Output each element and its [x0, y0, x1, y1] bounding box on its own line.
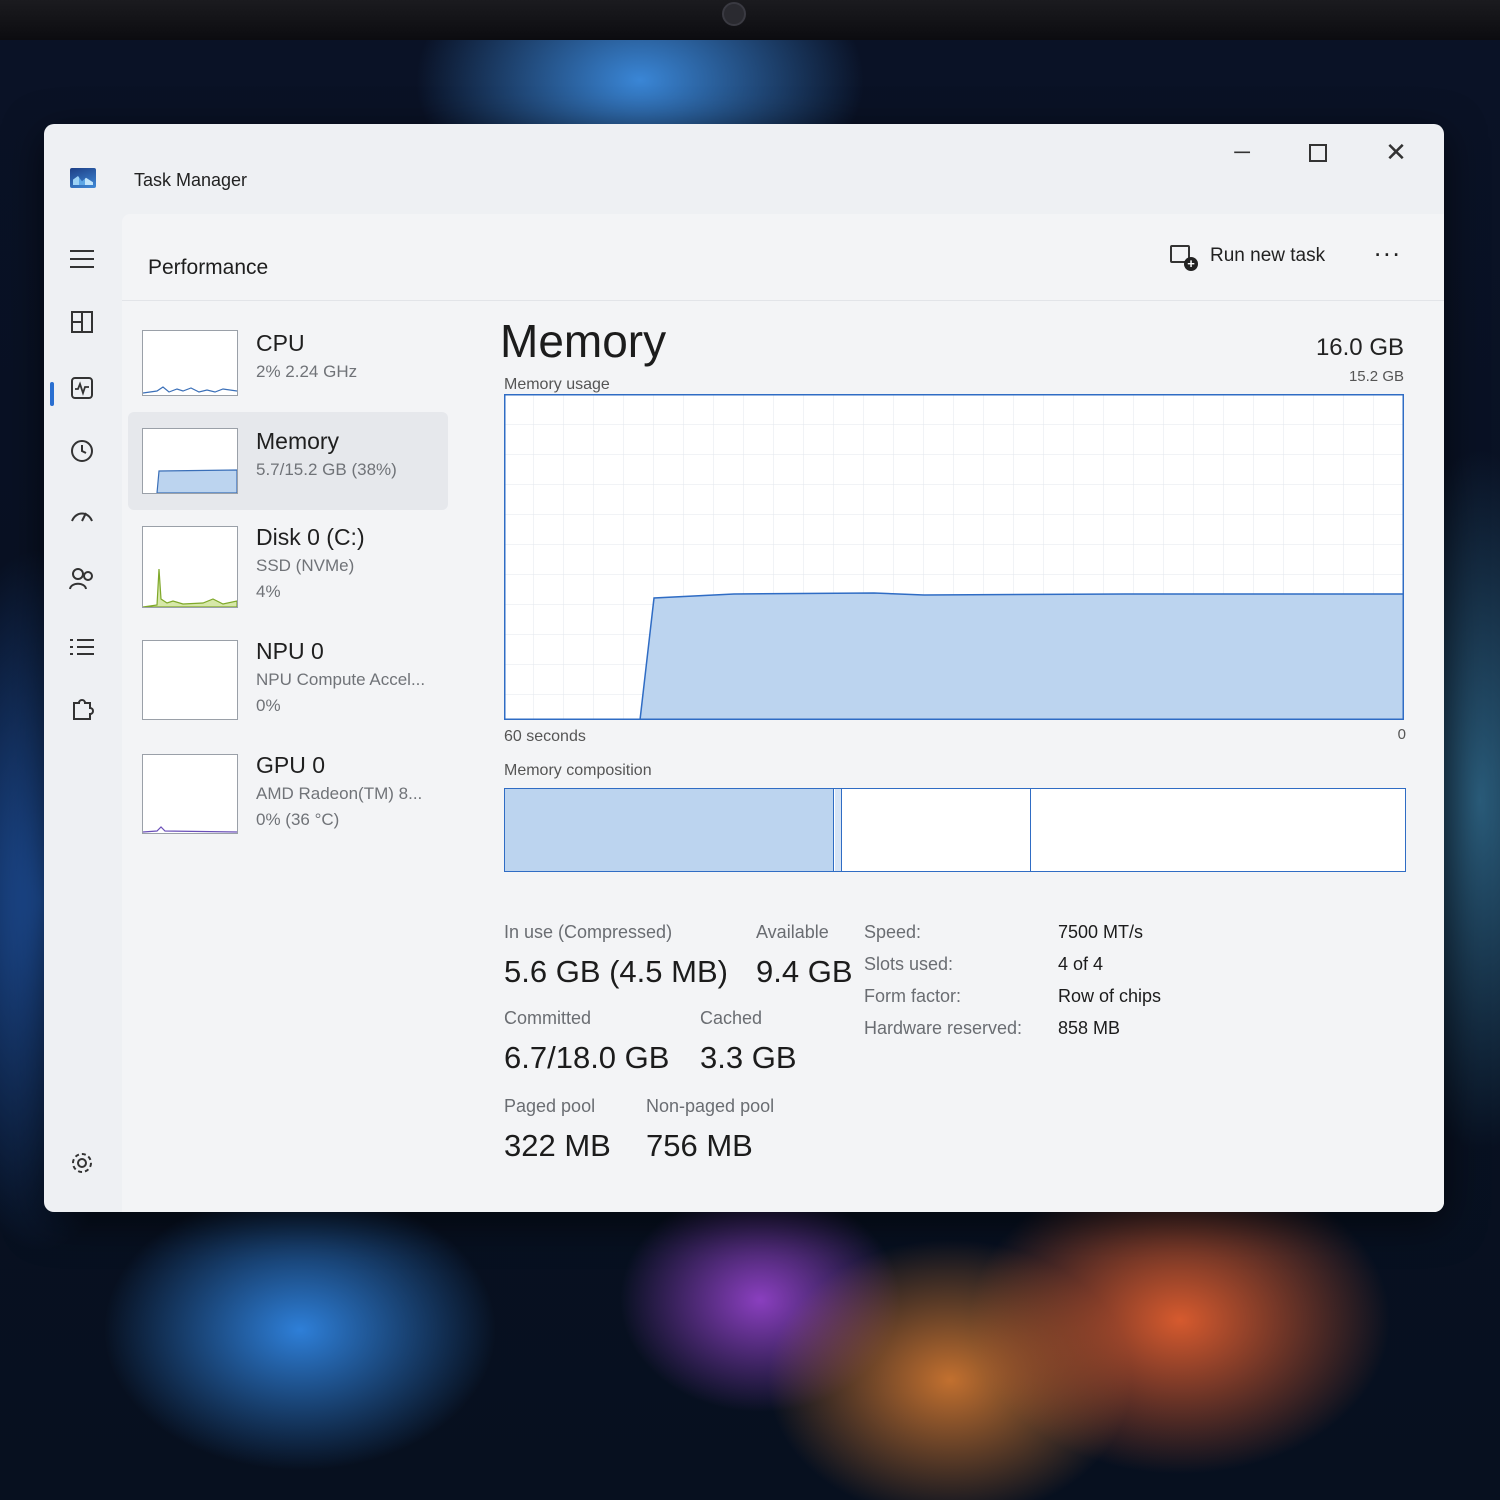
device-detail: AMD Radeon(TM) 8... — [256, 784, 423, 803]
device-name: Memory — [256, 428, 340, 454]
memory-usage-label: Memory usage — [504, 376, 610, 393]
form-factor-label: Form factor: — [864, 986, 962, 1006]
slots-used-value: 4 of 4 — [1058, 954, 1104, 974]
available-value: 9.4 GB — [756, 954, 853, 989]
disk-thumbnail — [142, 526, 238, 608]
minimize-button[interactable]: ─ — [1212, 132, 1272, 172]
memory-usage-max: 15.2 GB — [1348, 368, 1404, 385]
maximize-icon — [1309, 144, 1327, 163]
paged-pool-value: 322 MB — [504, 1128, 611, 1163]
non-paged-pool-label: Non-paged pool — [646, 1096, 775, 1116]
device-npu[interactable]: NPU 0 NPU Compute Accel... 0% — [128, 624, 448, 722]
composition-in-use — [505, 789, 834, 871]
gpu-thumbnail — [142, 754, 238, 834]
webcam — [722, 2, 746, 26]
hamburger-icon — [70, 250, 94, 268]
device-usage: 4% — [256, 582, 281, 601]
active-indicator — [50, 382, 54, 406]
startup-apps-icon[interactable] — [64, 502, 100, 538]
device-name: NPU 0 — [256, 638, 324, 664]
disk-mini-graph — [143, 568, 237, 607]
device-detail: 2% 2.24 GHz — [256, 362, 358, 381]
memory-total: 16.0 GB — [1315, 334, 1404, 361]
settings-button[interactable] — [64, 1150, 100, 1186]
memory-usage-area — [639, 592, 1404, 720]
processes-icon[interactable] — [64, 308, 100, 344]
committed-label: Committed — [504, 1008, 592, 1028]
form-factor-value: Row of chips — [1058, 986, 1162, 1006]
memory-mini-graph — [156, 469, 237, 493]
puzzle-icon — [73, 699, 94, 720]
gear-icon — [72, 1153, 92, 1173]
maximize-button[interactable] — [1288, 132, 1348, 172]
in-use-label: In use (Compressed) — [504, 922, 673, 942]
axis-right-label: 0 — [1397, 726, 1406, 743]
performance-icon[interactable] — [64, 374, 100, 410]
paged-pool-label: Paged pool — [504, 1096, 596, 1116]
memory-composition-label: Memory composition — [504, 762, 652, 779]
close-button[interactable]: ✕ — [1366, 132, 1426, 172]
device-cpu[interactable]: CPU 2% 2.24 GHz — [128, 314, 448, 412]
device-usage: 0% (36 °C) — [256, 810, 340, 829]
run-new-task-label: Run new task — [1210, 245, 1326, 266]
device-name: GPU 0 — [256, 752, 326, 778]
task-manager-app-icon — [70, 168, 96, 188]
more-options-button[interactable]: ... — [1374, 232, 1402, 263]
memory-usage-graph — [504, 394, 1404, 720]
gpu-mini-graph — [143, 826, 237, 833]
app-history-icon[interactable] — [64, 438, 100, 474]
cached-label: Cached — [700, 1008, 763, 1028]
cached-value: 3.3 GB — [700, 1040, 797, 1075]
npu-thumbnail — [142, 640, 238, 720]
device-detail: NPU Compute Accel... — [256, 670, 426, 689]
page-header: Performance Run new task ... — [122, 214, 1444, 301]
services-icon[interactable] — [64, 696, 100, 732]
device-name: Disk 0 (C:) — [256, 524, 365, 550]
composition-standby-divider — [1030, 789, 1031, 871]
device-detail: 5.7/15.2 GB (38%) — [256, 460, 397, 479]
cpu-mini-graph — [143, 386, 237, 394]
memory-title: Memory — [500, 315, 667, 367]
composition-modified — [835, 789, 842, 871]
device-name: CPU — [256, 330, 305, 356]
device-detail: SSD (NVMe) — [256, 556, 355, 575]
menu-icon[interactable] — [64, 244, 100, 280]
title-bar: Task Manager ─ ✕ — [44, 124, 1444, 214]
run-new-task-button[interactable]: Run new task — [1170, 238, 1325, 274]
device-disk[interactable]: Disk 0 (C:) SSD (NVMe) 4% — [128, 510, 448, 608]
task-manager-window: Task Manager ─ ✕ Performance + Run new t… — [44, 124, 1444, 1212]
run-task-icon — [1170, 245, 1198, 271]
non-paged-pool-value: 756 MB — [646, 1128, 753, 1163]
screen-bezel — [0, 0, 1500, 40]
people-icon — [69, 568, 93, 590]
window-title: Task Manager — [134, 170, 248, 190]
slots-used-label: Slots used: — [864, 954, 954, 974]
performance-graph-icon — [71, 377, 93, 399]
processes-grid-icon — [71, 311, 93, 333]
speed-value: 7500 MT/s — [1058, 922, 1144, 942]
memory-composition-bar — [504, 788, 1406, 872]
in-use-value: 5.6 GB (4.5 MB) — [504, 954, 728, 989]
nav-rail — [44, 214, 122, 1212]
list-icon — [70, 639, 94, 655]
device-usage: 0% — [256, 696, 281, 715]
device-memory[interactable]: Memory 5.7/15.2 GB (38%) — [128, 412, 448, 510]
page-title: Performance — [148, 256, 269, 279]
speed-label: Speed: — [864, 922, 922, 942]
committed-value: 6.7/18.0 GB — [504, 1040, 670, 1075]
memory-detail-panel: Memory 16.0 GB Memory usage 15.2 GB 60 s… — [500, 314, 1430, 1194]
content-area: Performance Run new task ... CPU 2% 2.24… — [122, 214, 1444, 1212]
details-icon[interactable] — [64, 632, 100, 668]
hardware-reserved-label: Hardware reserved: — [864, 1018, 1023, 1038]
axis-left-label: 60 seconds — [504, 728, 586, 745]
cpu-thumbnail — [142, 330, 238, 396]
memory-thumbnail — [142, 428, 238, 494]
history-clock-icon — [71, 440, 93, 462]
users-icon[interactable] — [64, 566, 100, 602]
speedometer-icon — [71, 512, 93, 522]
device-gpu[interactable]: GPU 0 AMD Radeon(TM) 8... 0% (36 °C) — [128, 738, 448, 836]
hardware-reserved-value: 858 MB — [1058, 1018, 1121, 1038]
available-label: Available — [756, 922, 829, 942]
